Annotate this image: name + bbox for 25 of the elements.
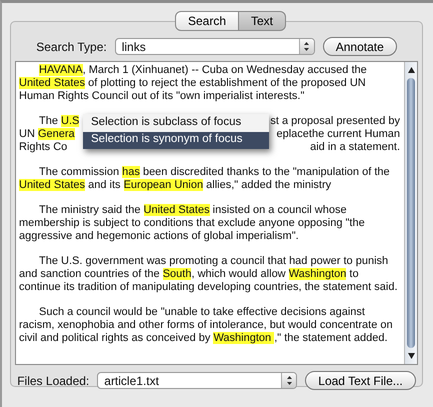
annotate-button[interactable]: Annotate bbox=[322, 37, 397, 56]
tab[interactable]: Text bbox=[239, 11, 286, 31]
scrollbar[interactable] bbox=[404, 62, 417, 364]
search-type-label: Search Type: bbox=[36, 40, 107, 54]
files-loaded-label: Files Loaded: bbox=[17, 374, 90, 388]
stepper-icon bbox=[298, 39, 314, 54]
text-fragment: eplacethe current Human bbox=[276, 128, 400, 141]
menu-item[interactable]: Selection is synonym of focus bbox=[83, 132, 269, 149]
scroll-down-icon[interactable] bbox=[408, 352, 414, 360]
search-type-dropdown[interactable]: links bbox=[114, 38, 315, 55]
paragraph: HAVANA, March 1 (Xinhuanet) -- Cuba on Wednesday accused the United States of plotting to reject the establishment of the proposed UN Human Rights Council out of its "own imperialist interests." bbox=[19, 64, 368, 103]
paragraph: The ministry said the United States insisted on a council whose membership is subject to conditions that exclude anyone opposing "the aggressive and hegemonic actions of global imperialism". bbox=[19, 204, 366, 243]
text-fragment: aid in a statement. bbox=[310, 141, 400, 154]
paragraph: The commission has been discredited thanks to the "manipulation of the United States and its European Union allies," added the ministry bbox=[19, 166, 391, 192]
tab[interactable]: Search bbox=[174, 11, 239, 31]
menu-item[interactable]: Selection is subclass of focus bbox=[83, 115, 269, 132]
files-dropdown[interactable]: article1.txt bbox=[97, 372, 298, 389]
text-fragment: UN Genera bbox=[19, 128, 75, 141]
text-fragment: st a proposal presented by bbox=[270, 115, 400, 128]
text-fragment: The U.S bbox=[38, 115, 80, 128]
text-fragment: Rights Co bbox=[19, 141, 68, 154]
load-text-file-button[interactable]: Load Text File... bbox=[305, 371, 416, 390]
scroll-up-icon[interactable] bbox=[408, 66, 414, 74]
paragraph: Such a council would be "unable to take effective decisions against racism, xenophobia and other forms of intolerance, but would concentrate on civil and political rights as conceived by Washington ," the statement added. bbox=[19, 306, 394, 345]
text-area[interactable] bbox=[15, 61, 418, 365]
